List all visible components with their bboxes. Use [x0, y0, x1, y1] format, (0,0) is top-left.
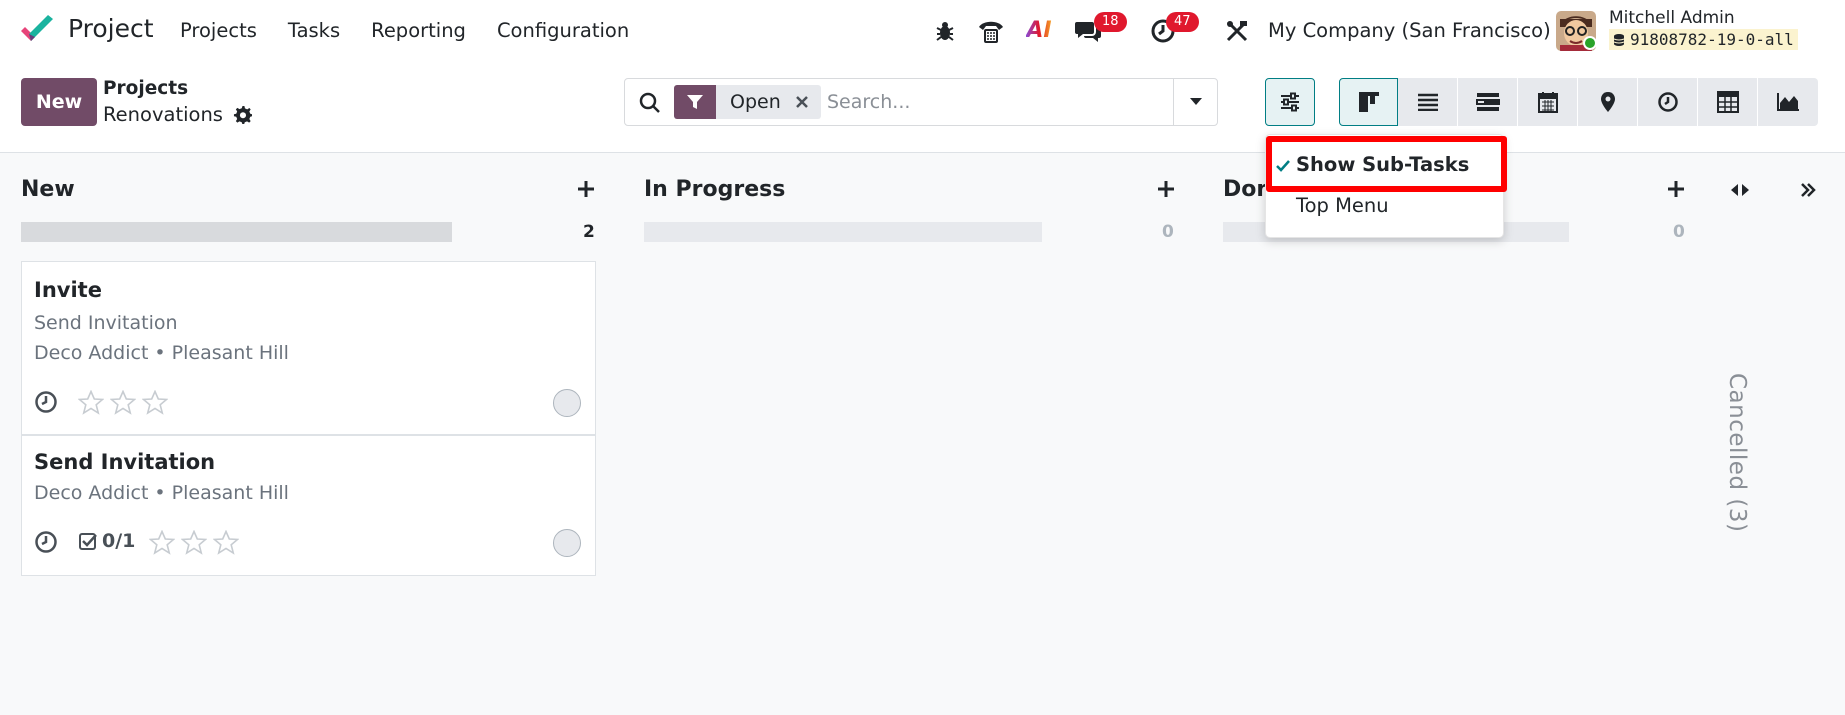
- checkbox-icon: [79, 533, 97, 550]
- pivot-view-button[interactable]: [1698, 78, 1758, 126]
- breadcrumb-projects[interactable]: Projects: [103, 78, 188, 99]
- activity-view-button[interactable]: [1638, 78, 1698, 126]
- quick-create-new-icon[interactable]: [577, 180, 595, 198]
- database-icon: [1613, 33, 1625, 46]
- column-count-new: 2: [583, 222, 595, 242]
- search-input[interactable]: [827, 87, 1167, 117]
- quick-create-done-icon[interactable]: [1667, 180, 1685, 198]
- gear-icon[interactable]: [233, 105, 252, 124]
- double-chevron-right-icon[interactable]: [1800, 183, 1816, 197]
- top-navbar: Project Projects Tasks Reporting Configu…: [0, 0, 1845, 61]
- star-icon[interactable]: [181, 530, 207, 555]
- card-partner: Deco Addict • Pleasant Hill: [34, 482, 289, 504]
- menu-item-projects[interactable]: Projects: [180, 19, 257, 42]
- quick-create-in-progress-icon[interactable]: [1157, 180, 1175, 198]
- gantt-icon: [1475, 93, 1500, 111]
- checklist-count: 0/1: [102, 530, 136, 552]
- card-title: Invite: [34, 278, 102, 302]
- top-menu-option[interactable]: Top Menu: [1296, 194, 1389, 217]
- kanban-card[interactable]: Invite Send Invitation Deco Addict • Ple…: [21, 261, 596, 435]
- phone-icon[interactable]: [974, 0, 1008, 61]
- star-icon[interactable]: [110, 390, 136, 415]
- task-state-button[interactable]: [553, 389, 581, 417]
- card-subtitle: Send Invitation: [34, 312, 178, 334]
- list-view-button[interactable]: [1398, 78, 1458, 126]
- kanban-view-button[interactable]: [1339, 78, 1398, 126]
- area-chart-icon: [1777, 93, 1799, 111]
- task-state-button[interactable]: [553, 529, 581, 557]
- activity-clock-icon[interactable]: [34, 530, 58, 554]
- priority-stars: [78, 390, 168, 415]
- online-status-dot: [1583, 36, 1597, 50]
- search-bar: Open: [624, 78, 1218, 126]
- caret-down-icon: [1189, 98, 1202, 105]
- menu-item-reporting[interactable]: Reporting: [371, 19, 466, 42]
- menu-item-configuration[interactable]: Configuration: [497, 19, 629, 42]
- checklist-progress[interactable]: 0/1: [78, 530, 135, 552]
- column-title-in-progress[interactable]: In Progress: [644, 177, 785, 202]
- database-name: 91808782-19-0-all: [1630, 30, 1794, 49]
- card-title: Send Invitation: [34, 450, 216, 474]
- column-count-in-progress: 0: [1162, 222, 1174, 242]
- breadcrumb-current: Renovations: [103, 103, 252, 126]
- column-title-new[interactable]: New: [21, 177, 75, 202]
- filter-facet: Open: [674, 85, 821, 119]
- app-name[interactable]: Project: [68, 14, 154, 43]
- search-icon[interactable]: [638, 91, 662, 115]
- filter-icon: [674, 85, 716, 119]
- breadcrumb-current-label: Renovations: [103, 103, 223, 126]
- ai-icon[interactable]: AI: [1022, 0, 1056, 61]
- map-pin-icon: [1600, 92, 1615, 112]
- calendar-view-button[interactable]: [1518, 78, 1578, 126]
- map-view-button[interactable]: [1578, 78, 1638, 126]
- activities-count-badge: 47: [1166, 12, 1199, 32]
- star-icon[interactable]: [142, 390, 168, 415]
- view-switcher: [1339, 78, 1818, 126]
- messages-count-badge: 18: [1094, 12, 1127, 32]
- kanban-card[interactable]: Send Invitation Deco Addict • Pleasant H…: [21, 435, 596, 576]
- card-partner: Deco Addict • Pleasant Hill: [34, 342, 289, 364]
- kanban-board: New 2 In Progress 0 Done 0 Cancelled (3)…: [0, 153, 1845, 715]
- user-name[interactable]: Mitchell Admin: [1609, 8, 1735, 28]
- sliders-icon: [1281, 92, 1299, 112]
- database-label: 91808782-19-0-all: [1609, 29, 1798, 50]
- activity-clock-icon[interactable]: [34, 390, 58, 414]
- debug-bug-icon[interactable]: [930, 0, 960, 61]
- gantt-view-button[interactable]: [1458, 78, 1518, 126]
- priority-stars: [149, 530, 239, 555]
- calendar-icon: [1537, 92, 1558, 113]
- highlight-box: [1266, 136, 1507, 192]
- view-settings-button[interactable]: [1265, 78, 1315, 126]
- column-count-done: 0: [1673, 222, 1685, 242]
- star-icon[interactable]: [78, 390, 104, 415]
- fold-columns-icon[interactable]: [1729, 183, 1751, 197]
- column-progress-new[interactable]: [21, 222, 452, 242]
- kanban-icon: [1358, 92, 1379, 112]
- star-icon[interactable]: [213, 530, 239, 555]
- remove-facet-icon[interactable]: [795, 95, 809, 109]
- column-progress-in-progress[interactable]: [644, 222, 1042, 242]
- folded-column-cancelled[interactable]: Cancelled (3): [1724, 373, 1750, 532]
- project-logo-icon[interactable]: [19, 14, 55, 46]
- tools-icon[interactable]: [1220, 0, 1254, 61]
- table-icon: [1716, 91, 1739, 113]
- list-icon: [1417, 93, 1438, 111]
- search-options-toggle[interactable]: [1173, 79, 1217, 125]
- company-switcher[interactable]: My Company (San Francisco): [1268, 19, 1551, 42]
- main-menu: Projects Tasks Reporting Configuration: [180, 19, 629, 42]
- star-icon[interactable]: [149, 530, 175, 555]
- ai-label: AI: [1026, 18, 1052, 43]
- filter-facet-label: Open: [730, 91, 781, 113]
- clock-icon: [1657, 92, 1678, 112]
- graph-view-button[interactable]: [1758, 78, 1818, 126]
- menu-item-tasks[interactable]: Tasks: [288, 19, 340, 42]
- new-button[interactable]: New: [21, 78, 97, 126]
